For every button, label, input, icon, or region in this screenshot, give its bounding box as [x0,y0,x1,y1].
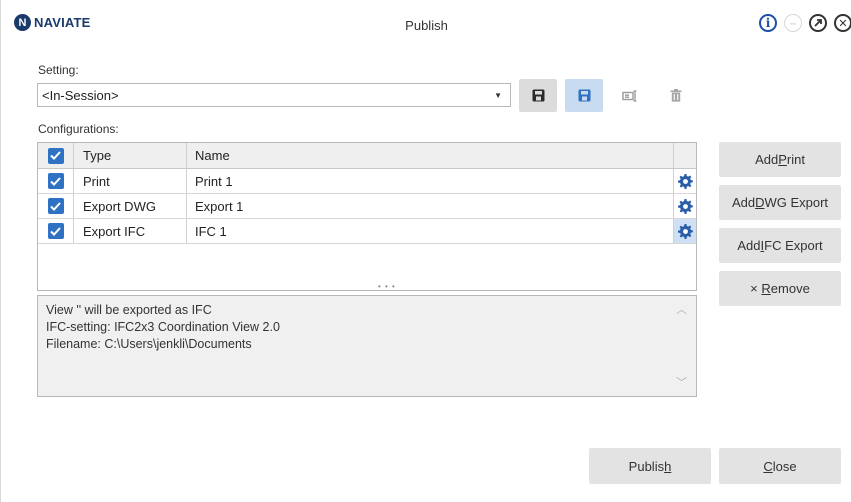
table-row[interactable]: Print Print 1 [38,169,696,194]
close-button[interactable]: Close [719,448,841,484]
delete-icon [670,89,682,102]
scroll-down-icon[interactable]: ﹀ [676,375,687,392]
select-all-checkbox[interactable] [47,147,64,164]
row-checkbox[interactable] [47,173,64,189]
info-line-filename: Filename: C:\Users\jenkli\Documents [46,337,252,351]
add-dwg-access-key: D [755,195,765,210]
add-print-label: Add [755,152,779,167]
restore-icon[interactable] [809,14,827,32]
row-name[interactable]: Export 1 [187,194,674,218]
settings-column-header [674,143,696,168]
save-setting-button[interactable] [519,79,557,112]
table-row[interactable]: Export IFC IFC 1 [38,219,696,244]
row-name[interactable]: IFC 1 [187,219,674,243]
save-as-setting-button[interactable] [565,79,603,112]
select-all-cell [38,143,74,168]
rename-icon [622,89,637,102]
setting-value: <In-Session> [42,87,119,103]
gear-icon[interactable] [677,223,693,239]
add-print-button[interactable]: Add Print [719,142,841,177]
panel-splitter[interactable]: • • • [378,282,396,291]
title-bar: N NAVIATE Publish i – ✕ [1,0,851,50]
table-row[interactable]: Export DWG Export 1 [38,194,696,219]
row-type: Print [74,169,187,193]
close-access-key: C [763,458,773,474]
info-line-view: View '' will be exported as IFC [46,303,212,317]
add-ifc-label-rest: FC Export [764,238,823,253]
remove-x-icon: × [750,281,758,296]
remove-label-rest: emove [770,281,810,296]
info-icon[interactable]: i [759,14,777,32]
publish-access-key: h [664,458,672,474]
row-checkbox-cell [38,169,74,193]
window-title: Publish [405,18,448,33]
info-line-ifc-setting: IFC-setting: IFC2x3 Coordination View 2.… [46,320,280,334]
title-bar-controls: i – ✕ [759,14,851,32]
configurations-label: Configurations: [38,122,119,136]
export-info-panel: View '' will be exported as IFC IFC-sett… [37,295,697,397]
row-checkbox-cell [38,194,74,218]
rename-setting-button[interactable] [611,79,649,112]
remove-access-key: R [761,281,771,296]
gear-icon[interactable] [677,198,693,214]
add-ifc-export-button[interactable]: Add I FC Export [719,228,841,263]
add-dwg-label-rest: WG Export [764,195,829,210]
type-column-header[interactable]: Type [74,143,187,168]
row-settings-cell [674,194,696,218]
row-type: Export IFC [74,219,187,243]
row-checkbox[interactable] [47,198,64,214]
add-dwg-label: Add [731,195,756,210]
minimize-icon[interactable]: – [784,14,802,32]
add-print-access-key: P [778,152,787,167]
row-settings-cell [674,219,696,243]
publish-label: Publis [628,458,665,474]
row-type: Export DWG [74,194,187,218]
save-as-icon [578,89,590,102]
row-name[interactable]: Print 1 [187,169,674,193]
name-column-header[interactable]: Name [187,143,674,168]
publish-button[interactable]: Publis h [589,448,711,484]
publish-window: N NAVIATE Publish i – ✕ Setting: <In-Ses… [0,0,851,502]
delete-setting-button[interactable] [657,79,695,112]
configurations-table: Type Name Print Print 1 Export DWG Expor… [37,142,697,291]
row-checkbox-cell [38,219,74,243]
add-print-label-rest: rint [786,152,805,167]
gear-icon[interactable] [677,173,693,189]
row-checkbox[interactable] [47,223,64,239]
table-header: Type Name [38,143,696,169]
row-settings-cell [674,169,696,193]
remove-button[interactable]: × Remove [719,271,841,306]
add-ifc-label: Add [737,238,761,253]
add-dwg-export-button[interactable]: Add D WG Export [719,185,841,220]
scroll-up-icon[interactable]: ︿ [676,302,687,319]
save-icon [532,89,544,102]
close-label-rest: lose [772,458,797,474]
close-icon[interactable]: ✕ [834,14,851,32]
chevron-down-icon: ▼ [494,91,502,100]
setting-label: Setting: [38,63,79,77]
setting-dropdown[interactable]: <In-Session> ▼ [37,83,511,107]
